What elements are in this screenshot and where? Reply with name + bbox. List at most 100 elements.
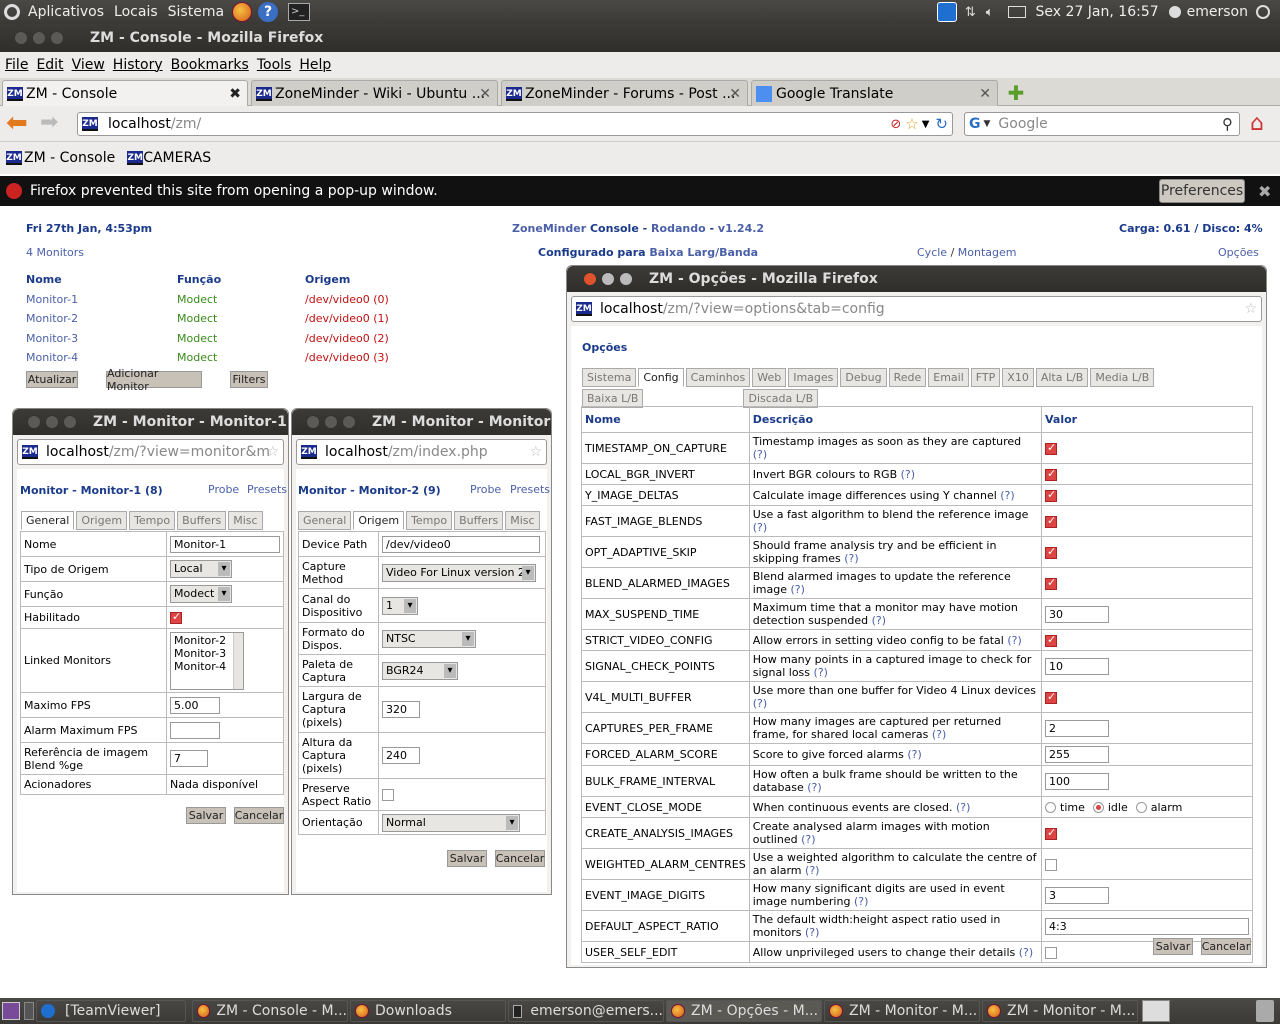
url-bar[interactable]: ZM localhost/zm/ ⊘ ☆ ▼ ↻ xyxy=(77,112,953,136)
option-checkbox[interactable] xyxy=(1045,826,1057,840)
tab-general[interactable]: General xyxy=(21,511,75,530)
menu-file[interactable]: File xyxy=(5,57,28,73)
show-desktop-icon[interactable] xyxy=(2,1002,20,1020)
menu-help[interactable]: Help xyxy=(299,57,331,73)
volume-icon[interactable]: 🔈︎ xyxy=(986,5,994,20)
url-bar[interactable]: ZM localhost/zm/?view=options&tab=config… xyxy=(571,296,1262,322)
teamviewer-tray-icon[interactable] xyxy=(936,2,957,22)
run-state-link[interactable]: Rodando xyxy=(651,222,706,235)
alarm-max-fps-input[interactable] xyxy=(170,721,220,739)
tab-sistema[interactable]: Sistema xyxy=(582,368,637,387)
help-link[interactable]: (?) xyxy=(814,666,828,679)
cancel-button[interactable]: Cancelar xyxy=(1201,938,1251,955)
workspace-switcher[interactable] xyxy=(1142,1000,1170,1022)
orientation-select[interactable]: Normal xyxy=(382,813,520,832)
montage-link[interactable]: Montagem xyxy=(958,246,1017,259)
option-checkbox[interactable] xyxy=(1045,633,1057,647)
popup-blocked-icon[interactable]: ⊘ xyxy=(890,117,901,132)
minimize-window-button[interactable] xyxy=(45,415,59,429)
help-link[interactable]: (?) xyxy=(1007,634,1021,647)
maximize-window-button[interactable] xyxy=(342,415,356,429)
mail-icon[interactable] xyxy=(1007,6,1026,18)
filters-button[interactable]: Filters xyxy=(230,371,268,388)
tab-debug[interactable]: Debug xyxy=(840,368,887,387)
help-link[interactable]: (?) xyxy=(901,468,915,481)
close-window-button[interactable] xyxy=(14,31,28,45)
enabled-checkbox[interactable] xyxy=(170,610,182,624)
monitor-source-link[interactable]: /dev/video0 (3) xyxy=(305,351,389,364)
option-input[interactable]: 100 xyxy=(1045,772,1109,790)
device-path-input[interactable]: /dev/video0 xyxy=(382,535,540,553)
close-tab-icon[interactable]: ✕ xyxy=(979,86,991,102)
taskbar-item-zm-monitor[interactable]: ZM - Monitor - M... xyxy=(982,1000,1138,1022)
tab-zoneminder-forums[interactable]: ZM ZoneMinder - Forums - Post ... ✕ xyxy=(501,80,748,106)
help-link[interactable]: (?) xyxy=(872,614,886,627)
help-link[interactable]: (?) xyxy=(932,728,946,741)
tab-web[interactable]: Web xyxy=(752,368,787,387)
help-link[interactable]: (?) xyxy=(791,583,805,596)
help-link[interactable]: (?) xyxy=(753,521,767,534)
taskbar-item-zm-console[interactable]: ZM - Console - M... xyxy=(192,1000,348,1022)
tab-zm-console[interactable]: ZM ZM - Console ✖ xyxy=(2,80,248,106)
help-link[interactable]: (?) xyxy=(844,552,858,565)
option-checkbox[interactable] xyxy=(1045,576,1057,590)
option-checkbox[interactable] xyxy=(1045,514,1057,528)
taskbar-item-zm-monitor[interactable]: ZM - Monitor - M... xyxy=(824,1000,980,1022)
tab-media-lb[interactable]: Media L/B xyxy=(1090,368,1155,387)
menu-history[interactable]: History xyxy=(113,57,163,73)
reload-icon[interactable]: ↻ xyxy=(935,115,948,133)
radio-alarm[interactable] xyxy=(1135,802,1147,813)
save-button[interactable]: Salvar xyxy=(1153,938,1193,955)
clock[interactable]: Sex 27 Jan, 16:57 xyxy=(1036,4,1159,20)
search-input[interactable]: Google xyxy=(998,116,1047,132)
taskbar-item-zm-opcoes[interactable]: ZM - Opções - M... xyxy=(666,1000,822,1022)
tab-misc[interactable]: Misc xyxy=(505,511,540,530)
save-button[interactable]: Salvar xyxy=(186,807,226,824)
options-link[interactable]: Opções xyxy=(1218,246,1259,259)
probe-link[interactable]: Probe xyxy=(208,483,239,496)
help-link[interactable]: (?) xyxy=(907,748,921,761)
close-window-button[interactable] xyxy=(583,272,597,286)
option-input[interactable]: 3 xyxy=(1045,886,1109,904)
help-link[interactable]: (?) xyxy=(801,833,815,846)
preferences-button[interactable]: Preferences xyxy=(1159,179,1245,203)
option-checkbox[interactable] xyxy=(1045,858,1057,871)
option-input[interactable]: 4:3 xyxy=(1045,917,1249,935)
minimize-window-button[interactable] xyxy=(324,415,338,429)
help-link[interactable]: (?) xyxy=(807,781,821,794)
url-bar[interactable]: ZM localhost/zm/index.php ☆ xyxy=(296,439,547,465)
applications-menu[interactable]: Aplicativos xyxy=(28,4,104,20)
ref-blend-input[interactable]: 7 xyxy=(170,750,208,767)
search-icon[interactable]: ⚲ xyxy=(1222,115,1233,133)
tab-config[interactable]: Config xyxy=(638,368,684,387)
workspace-icon[interactable] xyxy=(24,1002,34,1020)
radio-time[interactable] xyxy=(1045,802,1056,813)
close-tab-icon[interactable]: ✖ xyxy=(229,86,241,102)
cycle-link[interactable]: Cycle xyxy=(917,246,947,259)
bookmark-zm-console[interactable]: ZM - Console xyxy=(24,150,115,166)
monitor-name-link[interactable]: Monitor-2 xyxy=(26,312,78,325)
bookmark-star-icon[interactable]: ☆ xyxy=(266,444,279,460)
taskbar-item-teamviewer[interactable]: [TeamViewer] xyxy=(36,1000,186,1022)
monitor-name-link[interactable]: Monitor-1 xyxy=(26,293,78,306)
search-bar[interactable]: G ▼ Google ⚲ xyxy=(964,112,1240,136)
menu-view[interactable]: View xyxy=(72,57,105,73)
menu-bookmarks[interactable]: Bookmarks xyxy=(171,57,249,73)
option-input[interactable]: 255 xyxy=(1045,746,1109,763)
tab-email[interactable]: Email xyxy=(928,368,969,387)
monitor-function-link[interactable]: Modect xyxy=(177,351,217,364)
dropdown-arrow-icon[interactable]: ▼ xyxy=(984,119,991,129)
help-link[interactable]: (?) xyxy=(805,864,819,877)
capture-height-input[interactable]: 240 xyxy=(382,747,420,764)
close-window-button[interactable] xyxy=(27,415,41,429)
places-menu[interactable]: Locais xyxy=(114,4,158,20)
menu-edit[interactable]: Edit xyxy=(36,57,63,73)
cancel-button[interactable]: Cancelar xyxy=(495,850,545,867)
tab-tempo[interactable]: Tempo xyxy=(129,511,176,530)
user-menu[interactable]: emerson xyxy=(1187,4,1248,20)
tab-images[interactable]: Images xyxy=(788,368,839,387)
monitor-name-link[interactable]: Monitor-4 xyxy=(26,351,78,364)
help-link[interactable]: (?) xyxy=(1019,946,1033,959)
bookmark-star-icon[interactable]: ☆ xyxy=(529,444,542,460)
help-link[interactable]: (?) xyxy=(753,697,767,710)
